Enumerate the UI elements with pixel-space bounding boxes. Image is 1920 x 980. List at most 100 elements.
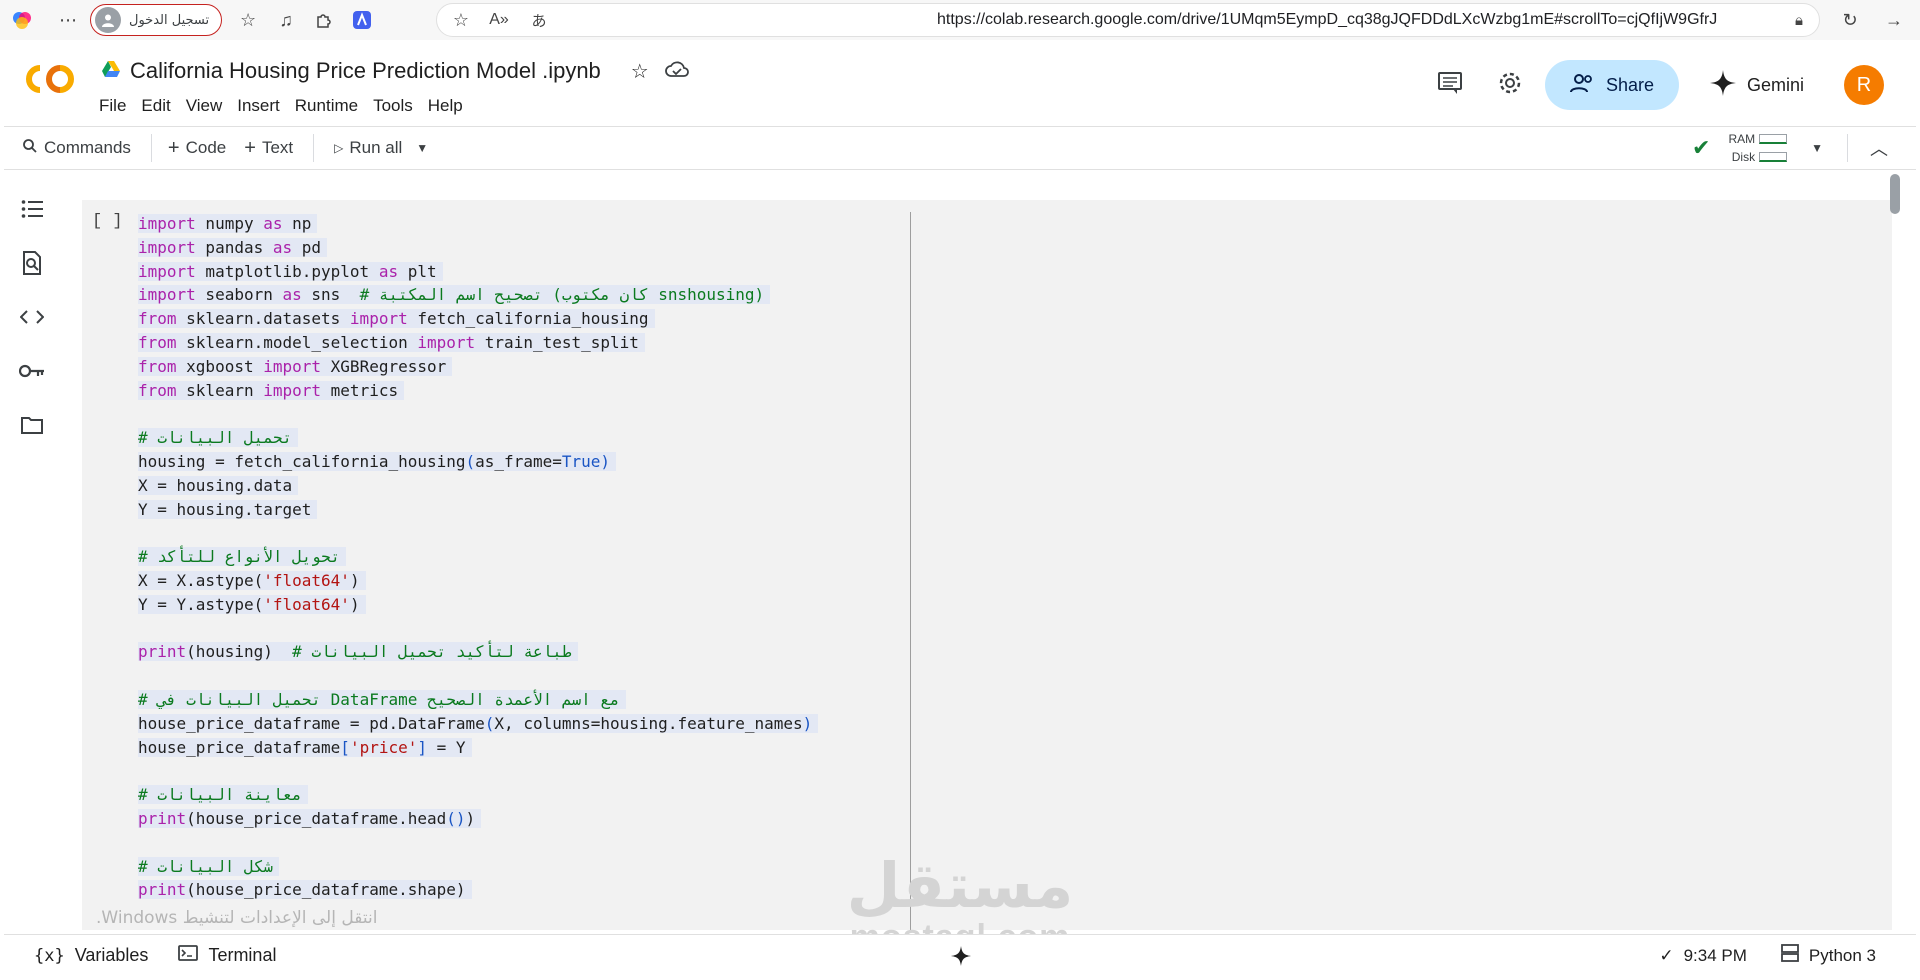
- files-folder-icon[interactable]: [4, 398, 60, 452]
- code-line[interactable]: print(house_price_dataframe.shape): [138, 878, 818, 902]
- code-line[interactable]: import matplotlib.pyplot as plt: [138, 260, 818, 284]
- code-line[interactable]: from sklearn.datasets import fetch_calif…: [138, 307, 818, 331]
- performance-icon[interactable]: ♫: [272, 6, 300, 34]
- notebook-main: [ ] import numpy as np import pandas as p…: [60, 170, 1898, 930]
- add-text-button[interactable]: + Text: [244, 137, 293, 160]
- run-all-dropdown-icon[interactable]: ▼: [416, 141, 428, 155]
- code-line[interactable]: from sklearn import metrics: [138, 379, 818, 403]
- kernel-status[interactable]: Python 3: [1780, 944, 1876, 967]
- code-line[interactable]: [138, 831, 818, 855]
- share-button[interactable]: Share: [1544, 60, 1679, 110]
- toolbar-divider: [313, 134, 315, 162]
- code-line[interactable]: [138, 617, 818, 641]
- menu-tools[interactable]: Tools: [369, 96, 424, 116]
- code-token: # طباعة لتأكيد تحميل البيانات: [292, 642, 572, 662]
- signin-label: تسجيل الدخول: [129, 12, 210, 28]
- add-code-button[interactable]: + Code: [168, 137, 226, 160]
- notebook-title[interactable]: California Housing Price Prediction Mode…: [130, 58, 601, 84]
- code-line-text: Y = Y.astype('float64'): [138, 594, 366, 614]
- resources-indicator[interactable]: RAM Disk: [1728, 130, 1788, 166]
- run-all-button[interactable]: ▷ Run all: [334, 138, 402, 158]
- favorite-star-icon[interactable]: ☆: [447, 6, 475, 34]
- code-line[interactable]: [138, 402, 818, 426]
- code-line-text: house_price_dataframe = pd.DataFrame(X, …: [138, 713, 819, 733]
- variables-button[interactable]: {x} Variables: [34, 945, 148, 966]
- code-snippets-icon[interactable]: [4, 290, 60, 344]
- account-avatar[interactable]: R: [1844, 65, 1884, 105]
- code-token: print: [138, 808, 187, 828]
- menu-file[interactable]: File: [95, 96, 137, 116]
- forward-icon[interactable]: →: [1880, 6, 1908, 34]
- code-line[interactable]: Y = housing.target: [138, 498, 818, 522]
- gemini-sparkle-small-icon[interactable]: [950, 945, 972, 972]
- read-aloud-icon[interactable]: A»: [485, 6, 513, 34]
- execution-status[interactable]: ✓ 9:34 PM: [1659, 946, 1747, 966]
- code-line[interactable]: print(housing) # طباعة لتأكيد تحميل البي…: [138, 640, 818, 664]
- code-token: import: [263, 356, 322, 376]
- menu-runtime[interactable]: Runtime: [291, 96, 369, 116]
- commands-button[interactable]: Commands: [22, 138, 131, 159]
- code-line[interactable]: import numpy as np: [138, 212, 818, 236]
- find-replace-icon[interactable]: [4, 236, 60, 290]
- extension-app-icon[interactable]: [348, 6, 376, 34]
- code-line[interactable]: # تحويل الأنواع للتأكد: [138, 545, 818, 569]
- code-token: Y = Y.astype(: [138, 594, 264, 614]
- favorites-icon[interactable]: ☆: [234, 6, 262, 34]
- lock-icon[interactable]: 🔒︎: [1785, 6, 1813, 34]
- copilot-icon[interactable]: [8, 6, 36, 34]
- notebook-title-row: California Housing Price Prediction Mode…: [102, 58, 689, 84]
- code-line[interactable]: from xgboost import XGBRegressor: [138, 355, 818, 379]
- connected-check-icon[interactable]: ✔: [1692, 135, 1710, 161]
- menu-view[interactable]: View: [182, 96, 234, 116]
- address-bar[interactable]: ☆ A» あ https://colab.research.google.com…: [436, 3, 1820, 37]
- code-line[interactable]: # شكل البيانات: [138, 855, 818, 879]
- runtime-dropdown-icon[interactable]: ▼: [1811, 141, 1823, 155]
- gemini-button[interactable]: Gemini: [1709, 69, 1804, 102]
- code-line[interactable]: X = housing.data: [138, 474, 818, 498]
- cloud-saved-icon[interactable]: [664, 60, 689, 83]
- cell-column-ruler: [910, 212, 911, 930]
- code-line[interactable]: house_price_dataframe['price'] = Y: [138, 736, 818, 760]
- code-line[interactable]: # معاينة البيانات: [138, 783, 818, 807]
- code-line[interactable]: # تحميل البيانات في DataFrame مع اسم الأ…: [138, 688, 818, 712]
- code-token: ): [600, 451, 611, 471]
- code-line[interactable]: print(house_price_dataframe.head()): [138, 807, 818, 831]
- terminal-button[interactable]: Terminal: [178, 945, 276, 966]
- code-token: ): [465, 808, 476, 828]
- code-line[interactable]: # تحميل البيانات: [138, 426, 818, 450]
- code-line[interactable]: [138, 521, 818, 545]
- secrets-key-icon[interactable]: [4, 344, 60, 398]
- menu-edit[interactable]: Edit: [137, 96, 181, 116]
- code-line[interactable]: from sklearn.model_selection import trai…: [138, 331, 818, 355]
- menu-help[interactable]: Help: [424, 96, 474, 116]
- star-icon[interactable]: ☆: [631, 59, 649, 84]
- comments-icon[interactable]: [1437, 71, 1463, 100]
- code-token: as: [378, 261, 399, 281]
- extensions-icon[interactable]: [310, 6, 338, 34]
- refresh-icon[interactable]: ↻: [1836, 6, 1864, 34]
- code-token: # تحميل البيانات: [138, 428, 293, 448]
- code-cell[interactable]: [ ] import numpy as np import pandas as p…: [82, 200, 1892, 930]
- colab-logo[interactable]: [24, 64, 76, 99]
- code-line[interactable]: [138, 759, 818, 783]
- translate-icon[interactable]: あ: [525, 6, 553, 34]
- code-line[interactable]: [138, 664, 818, 688]
- check-icon: ✓: [1659, 945, 1674, 965]
- code-editor[interactable]: import numpy as np import pandas as pd imp…: [138, 212, 819, 902]
- cell-run-marker[interactable]: [ ]: [92, 212, 123, 231]
- code-line[interactable]: Y = Y.astype('float64'): [138, 593, 818, 617]
- more-options-icon[interactable]: ⋯: [54, 6, 82, 34]
- collapse-header-icon[interactable]: ︿: [1870, 135, 1888, 161]
- table-of-contents-icon[interactable]: [4, 182, 60, 236]
- signin-button[interactable]: تسجيل الدخول: [90, 4, 223, 36]
- code-line-text: housing = fetch_california_housing(as_fr…: [138, 451, 617, 471]
- code-token: import: [138, 285, 196, 305]
- code-line[interactable]: housing = fetch_california_housing(as_fr…: [138, 450, 818, 474]
- code-line[interactable]: import seaborn as sns # تصحيح اسم المكتب…: [138, 283, 818, 307]
- code-line[interactable]: house_price_dataframe = pd.DataFrame(X, …: [138, 712, 819, 736]
- scrollbar-thumb[interactable]: [1890, 174, 1900, 214]
- menu-insert[interactable]: Insert: [233, 96, 291, 116]
- code-line[interactable]: X = X.astype('float64'): [138, 569, 818, 593]
- settings-icon[interactable]: [1497, 70, 1523, 101]
- code-line[interactable]: import pandas as pd: [138, 236, 818, 260]
